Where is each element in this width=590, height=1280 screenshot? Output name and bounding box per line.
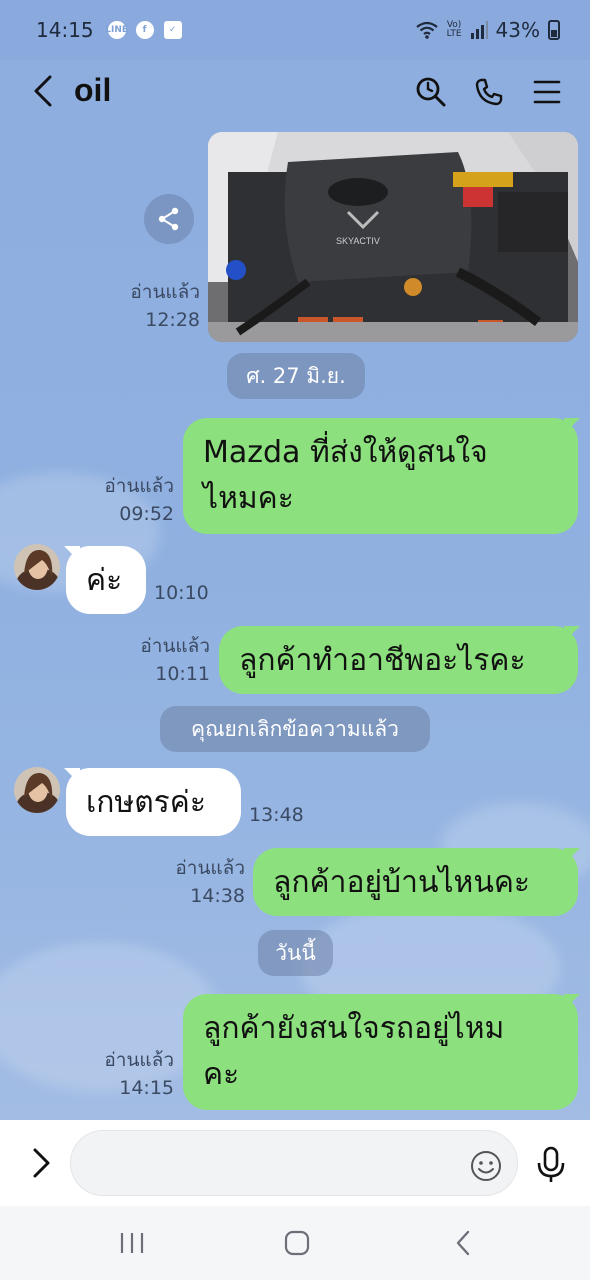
input-bar bbox=[0, 1120, 590, 1206]
message-meta: อ่านแล้ว 12:28 bbox=[130, 278, 200, 334]
share-button[interactable] bbox=[144, 194, 194, 244]
message-meta: อ่านแล้ว 10:11 bbox=[140, 632, 210, 688]
line-icon: LINE bbox=[105, 21, 128, 39]
avatar[interactable] bbox=[14, 767, 60, 813]
recent-apps-button[interactable] bbox=[112, 1226, 152, 1260]
engine-bay-photo[interactable]: SKYACTIV bbox=[208, 132, 578, 342]
menu-icon bbox=[533, 80, 561, 104]
emoji-button[interactable] bbox=[470, 1150, 502, 1182]
battery-percent: 43% bbox=[495, 18, 540, 42]
facebook-icon: f bbox=[135, 21, 154, 39]
phone-icon bbox=[475, 78, 503, 106]
message-time: 14:15 bbox=[119, 1077, 174, 1099]
incoming-message[interactable]: ค่ะ bbox=[66, 546, 146, 614]
message-meta: อ่านแล้ว 09:52 bbox=[104, 472, 174, 528]
system-nav-bar bbox=[0, 1206, 590, 1280]
back-button[interactable] bbox=[26, 72, 60, 110]
share-icon bbox=[158, 207, 179, 231]
read-receipt: อ่านแล้ว bbox=[104, 1049, 174, 1071]
read-receipt: อ่านแล้ว bbox=[140, 635, 210, 657]
battery-icon bbox=[548, 20, 560, 40]
emoji-icon bbox=[471, 1151, 501, 1181]
outgoing-message[interactable]: ลูกค้าอยู่บ้านไหนคะ bbox=[253, 848, 578, 916]
status-bar: 14:15 LINE f ✓ Vo) LTE 43% bbox=[0, 0, 590, 60]
date-separator: วันนี้ bbox=[258, 930, 333, 976]
message-text-line: คะ bbox=[203, 1057, 240, 1092]
avatar-graphic bbox=[14, 544, 60, 590]
outgoing-message[interactable]: Mazda ที่ส่งให้ดูสนใจ ไหมคะ bbox=[183, 418, 578, 534]
message-meta: อ่านแล้ว 14:38 bbox=[175, 854, 245, 910]
incoming-message[interactable]: เกษตรค่ะ bbox=[66, 768, 241, 836]
status-time: 14:15 bbox=[36, 18, 94, 42]
message-time: 10:10 bbox=[154, 582, 209, 604]
date-separator: ศ. 27 มิ.ย. bbox=[227, 353, 365, 399]
outgoing-message[interactable]: ลูกค้ายังสนใจรถอยู่ไหม คะ bbox=[183, 994, 578, 1110]
volte-label: Vo) LTE bbox=[447, 21, 462, 39]
svg-text:SKYACTIV: SKYACTIV bbox=[336, 236, 380, 246]
back-icon bbox=[34, 75, 52, 107]
home-button[interactable] bbox=[277, 1226, 317, 1260]
menu-button[interactable] bbox=[527, 72, 567, 112]
message-time: 13:48 bbox=[249, 804, 304, 826]
message-input[interactable] bbox=[70, 1130, 518, 1196]
wifi-icon bbox=[415, 21, 438, 39]
message-time: 10:11 bbox=[155, 663, 210, 685]
message-time: 09:52 bbox=[119, 503, 174, 525]
call-button[interactable] bbox=[469, 72, 509, 112]
avatar[interactable] bbox=[14, 544, 60, 590]
read-receipt: อ่านแล้ว bbox=[130, 281, 200, 303]
message-text-line: ลูกค้ายังสนใจรถอยู่ไหม bbox=[203, 1011, 505, 1046]
search-icon bbox=[416, 77, 446, 107]
volte-bottom: LTE bbox=[446, 29, 462, 39]
microphone-button[interactable] bbox=[536, 1146, 566, 1184]
outgoing-message[interactable]: ลูกค้าทำอาชีพอะไรคะ bbox=[219, 626, 578, 694]
chat-header: oil bbox=[0, 60, 590, 122]
recent-apps-icon bbox=[120, 1233, 144, 1253]
home-icon bbox=[284, 1230, 310, 1256]
status-left: 14:15 LINE f ✓ bbox=[36, 18, 182, 42]
search-button[interactable] bbox=[411, 72, 451, 112]
chevron-right-icon bbox=[33, 1148, 50, 1178]
check-box-icon: ✓ bbox=[163, 21, 182, 39]
chat-title: oil bbox=[74, 72, 112, 108]
message-meta: อ่านแล้ว 14:15 bbox=[104, 1046, 174, 1102]
system-message: คุณยกเลิกข้อความแล้ว bbox=[160, 706, 430, 752]
message-text-line: Mazda ที่ส่งให้ดูสนใจ bbox=[203, 435, 488, 470]
read-receipt: อ่านแล้ว bbox=[104, 475, 174, 497]
chat-area[interactable]: อ่านแล้ว 12:28 SKYACTIV ศ. 27 มิ.ย. อ่าน… bbox=[0, 122, 590, 1120]
message-time: 12:28 bbox=[145, 309, 200, 331]
status-right: Vo) LTE 43% bbox=[415, 18, 560, 42]
message-time: 14:38 bbox=[190, 885, 245, 907]
engine-photo-graphic: SKYACTIV bbox=[208, 132, 578, 342]
avatar-graphic bbox=[14, 767, 60, 813]
microphone-icon bbox=[537, 1146, 565, 1182]
message-text-line: ไหมคะ bbox=[203, 481, 294, 516]
signal-icon bbox=[470, 21, 488, 39]
read-receipt: อ่านแล้ว bbox=[175, 857, 245, 879]
expand-button[interactable] bbox=[26, 1146, 56, 1180]
system-back-button[interactable] bbox=[443, 1226, 483, 1260]
back-icon bbox=[456, 1230, 470, 1256]
